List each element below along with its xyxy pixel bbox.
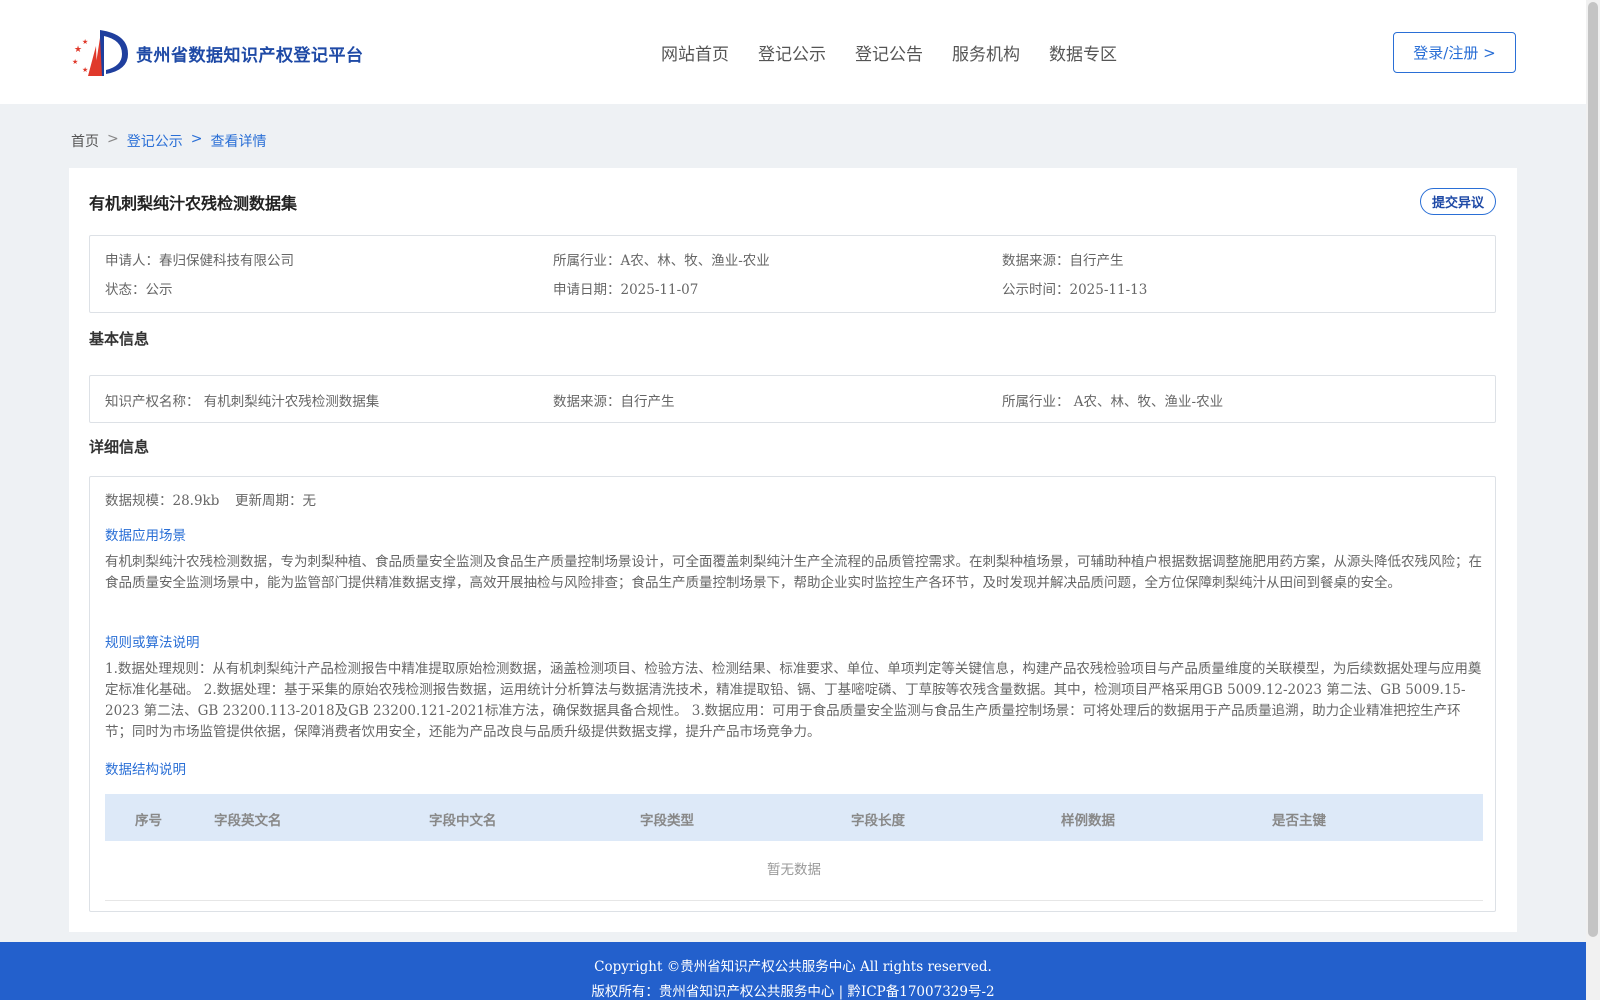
industry-label: 所属行业：	[553, 253, 621, 269]
industry-value: A农、林、牧、渔业-农业	[620, 253, 770, 269]
basic-source-field: 数据来源：自行产生	[553, 390, 675, 410]
apply-date-label: 申请日期：	[553, 282, 621, 298]
submit-objection-button[interactable]: 提交异议	[1420, 188, 1496, 215]
site-logo[interactable]: ★ ★ ★ ★ 贵州省数据知识产权登记平台	[70, 26, 364, 80]
svg-text:★: ★	[82, 66, 88, 74]
applicant-label: 申请人：	[105, 253, 159, 269]
ip-name-label: 知识产权名称：	[105, 394, 200, 410]
basic-info-heading: 基本信息	[89, 330, 150, 348]
svg-text:★: ★	[82, 38, 88, 46]
basic-info-panel: 知识产权名称： 有机刺梨纯汁农残检测数据集 数据来源：自行产生 所属行业： A农…	[89, 375, 1496, 423]
publish-date-label: 公示时间：	[1002, 282, 1070, 298]
column-header-index: 序号	[135, 813, 162, 829]
main-nav: 网站首页 登记公示 登记公告 服务机构 数据专区	[661, 40, 1146, 65]
breadcrumb-publicity[interactable]: 登记公示	[127, 131, 183, 151]
site-name: 贵州省数据知识产权登记平台	[136, 45, 364, 66]
status-value: 公示	[145, 282, 173, 298]
basic-source-label: 数据来源：	[553, 394, 621, 410]
breadcrumb-separator: >	[107, 131, 119, 147]
column-header-field-length: 字段长度	[851, 813, 905, 829]
breadcrumb-current: 查看详情	[210, 134, 267, 150]
detail-info-panel: 数据规模：28.9kb 更新周期：无 数据应用场景 有机刺梨纯汁农残检测数据，专…	[89, 476, 1496, 912]
industry-field: 所属行业：A农、林、牧、渔业-农业	[553, 249, 770, 269]
basic-industry-label: 所属行业：	[1002, 394, 1070, 410]
update-cycle-value: 无	[302, 493, 317, 509]
publish-date-value: 2025-11-13	[1069, 282, 1148, 298]
rule-description: 1.数据处理规则：从有机刺梨纯汁产品检测报告中精准提取原始检测数据，涵盖检测项目…	[105, 661, 1482, 740]
site-footer: Copyright ©贵州省知识产权公共服务中心 All rights rese…	[0, 942, 1586, 1000]
detail-card: 有机刺梨纯汁农残检测数据集 提交异议 申请人：春归保健科技有限公司 所属行业：A…	[69, 168, 1517, 932]
page-scrollbar[interactable]	[1586, 0, 1600, 1000]
applicant-field: 申请人：春归保健科技有限公司	[105, 249, 294, 269]
basic-industry-field: 所属行业： A农、林、牧、渔业-农业	[1002, 390, 1223, 410]
rule-heading: 规则或算法说明	[105, 635, 200, 651]
status-label: 状态：	[105, 282, 146, 298]
nav-home[interactable]: 网站首页	[661, 40, 729, 65]
svg-text:★: ★	[72, 58, 78, 66]
breadcrumb-home[interactable]: 首页	[71, 131, 99, 151]
breadcrumb-separator: >	[190, 131, 203, 147]
detail-info-heading: 详细信息	[89, 438, 150, 456]
scenario-description: 有机刺梨纯汁农残检测数据，专为刺梨种植、食品质量安全监测及食品生产质量控制场景设…	[105, 554, 1482, 591]
apply-date-value: 2025-11-07	[620, 282, 699, 298]
footer-owner: 版权所有：贵州省知识产权公共服务中心 | 黔ICP备17007329号-2	[591, 984, 995, 1000]
logo-emblem-icon: ★ ★ ★ ★	[72, 30, 128, 76]
nav-service-agencies[interactable]: 服务机构	[952, 40, 1020, 65]
column-header-field-type: 字段类型	[640, 813, 694, 829]
source-value: 自行产生	[1069, 253, 1124, 269]
svg-text:★: ★	[74, 45, 82, 55]
scenario-heading: 数据应用场景	[105, 528, 186, 544]
login-register-button[interactable]: 登录/注册 >	[1393, 32, 1516, 73]
column-header-primary-key: 是否主键	[1272, 813, 1326, 829]
footer-copyright: Copyright ©贵州省知识产权公共服务中心 All rights rese…	[594, 959, 992, 975]
update-cycle-field: 更新周期：无	[235, 489, 316, 509]
update-cycle-label: 更新周期：	[235, 493, 303, 509]
source-label: 数据来源：	[1002, 253, 1070, 269]
data-scale-label: 数据规模：	[105, 493, 173, 509]
applicant-value: 春归保健科技有限公司	[159, 253, 294, 269]
table-empty-state: 暂无数据	[105, 841, 1483, 901]
source-field: 数据来源：自行产生	[1002, 249, 1124, 269]
column-header-field-en: 字段英文名	[214, 813, 282, 829]
data-scale-field: 数据规模：28.9kb	[105, 489, 219, 509]
basic-industry-value: A农、林、牧、渔业-农业	[1073, 394, 1224, 410]
column-header-sample: 样例数据	[1061, 813, 1115, 829]
summary-panel: 申请人：春归保健科技有限公司 所属行业：A农、林、牧、渔业-农业 数据来源：自行…	[89, 235, 1496, 313]
column-header-field-cn: 字段中文名	[429, 813, 497, 829]
data-scale-value: 28.9kb	[172, 493, 220, 509]
scrollbar-thumb[interactable]	[1588, 2, 1598, 937]
site-header: ★ ★ ★ ★ 贵州省数据知识产权登记平台 网站首页 登记公示 登记公告 服务机…	[0, 0, 1586, 104]
nav-registration-publicity[interactable]: 登记公示	[758, 40, 826, 65]
structure-heading: 数据结构说明	[105, 762, 186, 778]
status-field: 状态：公示	[105, 278, 173, 298]
nav-data-zone[interactable]: 数据专区	[1049, 40, 1117, 65]
page-title: 有机刺梨纯汁农残检测数据集	[89, 194, 298, 213]
nav-registration-announcement[interactable]: 登记公告	[855, 40, 923, 65]
structure-table-header: 序号 字段英文名 字段中文名 字段类型 字段长度 样例数据 是否主键	[105, 794, 1483, 841]
ip-name-field: 知识产权名称： 有机刺梨纯汁农残检测数据集	[105, 390, 379, 410]
apply-date-field: 申请日期：2025-11-07	[553, 278, 698, 298]
basic-source-value: 自行产生	[620, 394, 675, 410]
breadcrumb: 首页 > 登记公示 > 查看详情	[71, 131, 274, 151]
ip-name-value: 有机刺梨纯汁农残检测数据集	[203, 394, 380, 410]
publish-date-field: 公示时间：2025-11-13	[1002, 278, 1147, 298]
